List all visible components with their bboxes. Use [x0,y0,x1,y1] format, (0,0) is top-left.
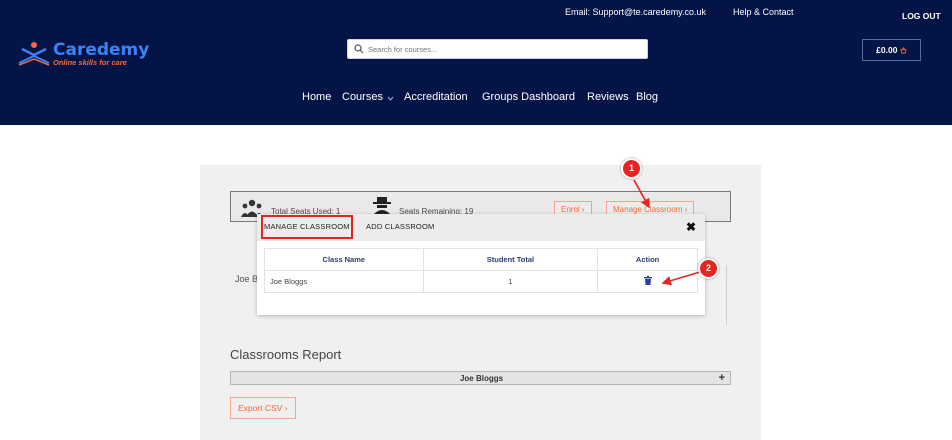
basket-icon [900,47,907,54]
user-name-partial: Joe B [235,274,259,284]
export-csv-button[interactable]: Export CSV › [230,397,296,419]
tab-add-classroom[interactable]: ADD CLASSROOM [366,222,434,231]
highlight-box [261,215,353,239]
nav-reviews[interactable]: Reviews [587,91,629,103]
nav-home[interactable]: Home [302,91,331,103]
logo-icon [18,42,50,66]
cart-button[interactable]: £0.00 [862,39,921,61]
export-csv-label: Export CSV [238,403,283,413]
manage-classroom-modal: MANAGE CLASSROOM ADD CLASSROOM ✖ Class N… [257,214,705,315]
manage-classroom-label: Manage Classroom [613,205,683,214]
help-contact-link[interactable]: Help & Contact [733,7,794,17]
column-student-total: Student Total [422,248,599,271]
brand-tagline: Online skills for care [53,58,127,67]
report-row-label: Joe Bloggs [459,374,504,383]
enrol-label: Enrol [561,205,580,214]
student-total-cell: 1 [422,270,599,293]
main-nav: Home Courses Accreditation Groups Dashbo… [0,91,952,107]
table-header-row: Class Name Student Total Action [264,248,698,271]
nav-accreditation[interactable]: Accreditation [404,91,468,103]
step-marker-1: 1 [621,158,642,179]
agent-icon [373,197,391,214]
logout-link[interactable]: LOG OUT [902,11,941,21]
site-header: Email: Support@te.caredemy.co.uk Help & … [0,0,952,125]
brand-name: Caredemy [53,40,150,60]
expand-icon[interactable]: + [719,372,725,384]
scrollbar[interactable] [719,265,727,325]
caredemy-logo[interactable]: Caredemy Online skills for care [17,40,157,70]
action-cell [597,270,698,293]
classrooms-report-title: Classrooms Report [230,347,342,362]
close-icon[interactable]: ✖ [686,220,696,234]
column-action: Action [597,248,698,271]
chevron-down-icon [387,96,394,101]
support-email-link[interactable]: Email: Support@te.caredemy.co.uk [565,7,706,17]
search-input[interactable] [368,43,638,56]
trash-icon[interactable] [643,276,652,285]
step-marker-2: 2 [698,258,719,279]
nav-groups-dashboard[interactable]: Groups Dashboard [482,91,575,103]
class-name-cell: Joe Bloggs [264,270,424,293]
classroom-table: Class Name Student Total Action Joe Blog… [264,248,698,293]
nav-blog[interactable]: Blog [636,91,658,103]
search-icon [354,44,364,54]
nav-courses[interactable]: Courses [342,91,383,103]
cart-total: £0.00 [876,45,898,55]
report-accordion-row[interactable]: Joe Bloggs + [230,371,731,385]
table-row: Joe Bloggs 1 [264,270,698,293]
search-box[interactable] [347,39,648,59]
column-class-name: Class Name [264,248,424,271]
